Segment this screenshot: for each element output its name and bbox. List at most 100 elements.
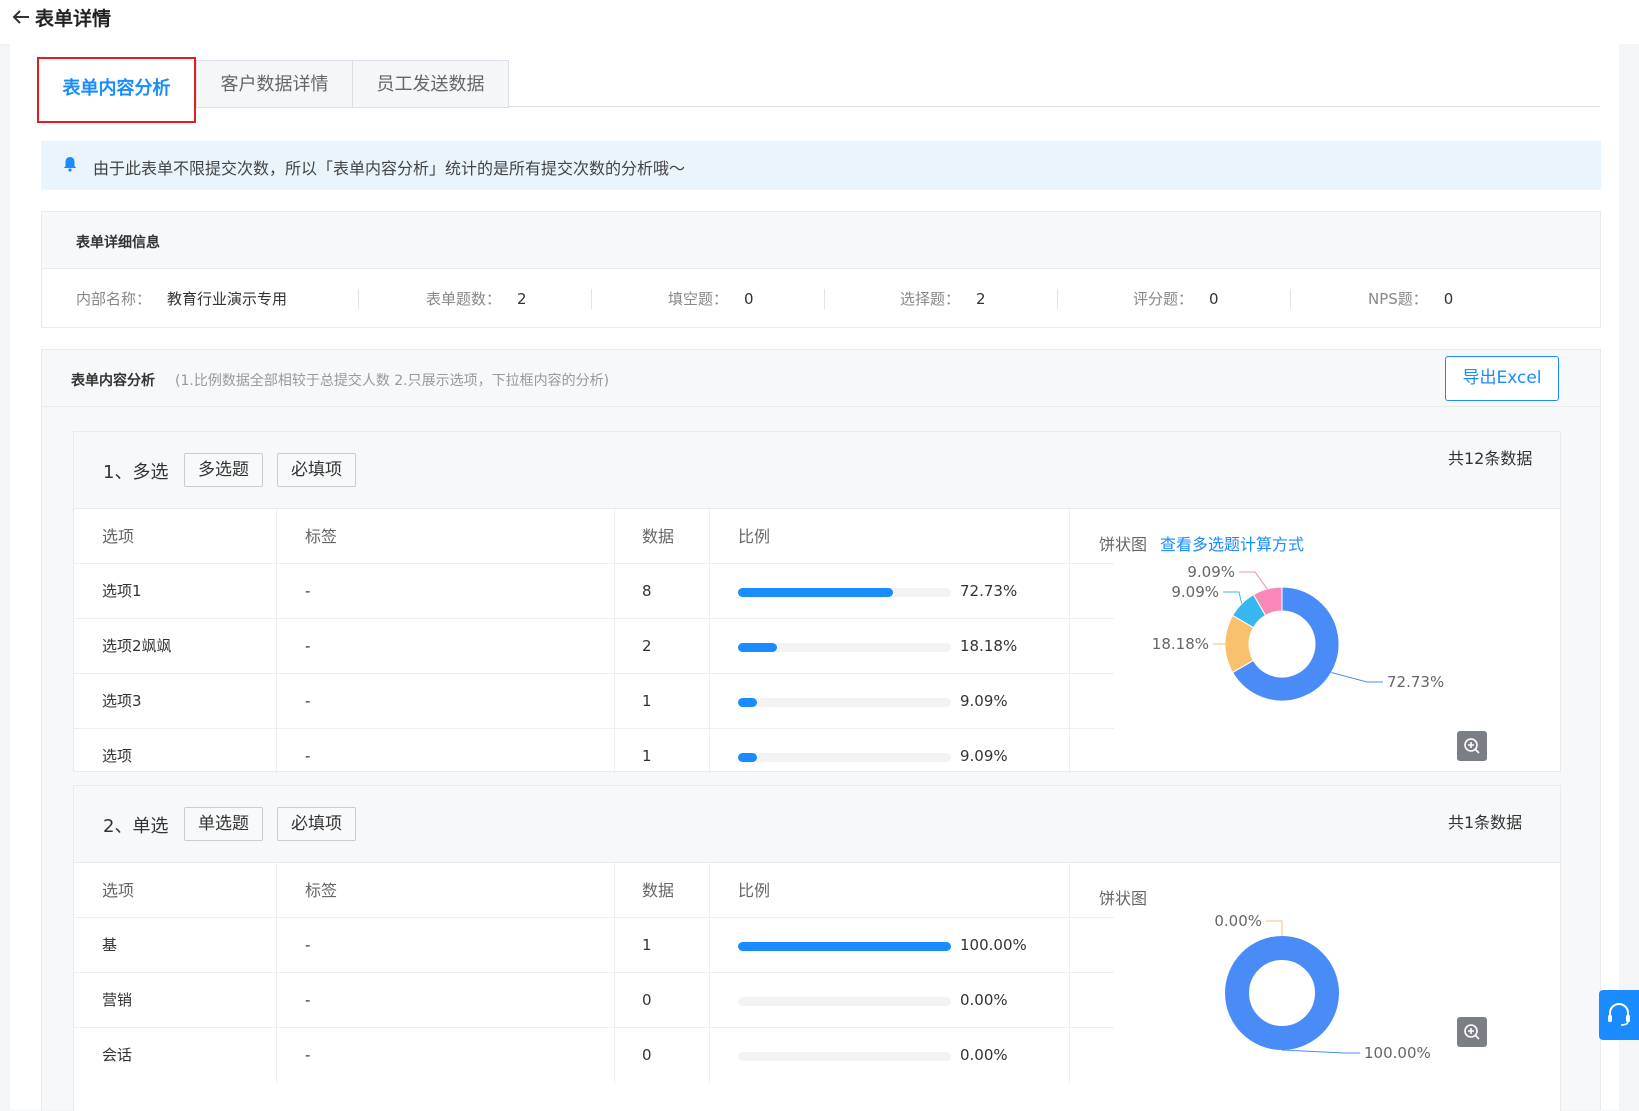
pie-slice[interactable] [1237, 948, 1327, 1038]
table-row: 选项1 - 8 72.73% [74, 564, 1114, 619]
table-header-row: 选项 标签 数据 比例 [74, 863, 1114, 918]
question-type-tag: 多选题 [184, 453, 263, 487]
option-table: 选项 标签 数据 比例 选项1 - 8 72.73% 选项2飒飒 - 2 [74, 509, 1114, 784]
pie-slice-label: 9.09% [1187, 563, 1235, 581]
required-tag: 必填项 [277, 807, 356, 841]
ratio-bar [738, 1052, 951, 1061]
column-header-ratio: 比例 [738, 509, 770, 564]
notice-banner: 由于此表单不限提交次数，所以「表单内容分析」统计的是所有提交次数的分析哦～ [41, 141, 1601, 190]
ratio-bar-fill [738, 753, 757, 762]
question-title: 2、单选 [103, 812, 168, 838]
option-table: 选项 标签 数据 比例 基 - 1 100.00% 营销 - 0 [74, 863, 1114, 1083]
divider [1290, 289, 1291, 309]
ratio-bar-fill [738, 643, 777, 652]
ratio-bar [738, 942, 951, 951]
question-card-2: 2、单选 单选题 必填项 共1条数据 选项 标签 数据 比例 基 - [73, 785, 1561, 1111]
ratio-text: 9.09% [960, 729, 1008, 784]
question-title: 1、多选 [103, 458, 168, 484]
option-name: 营销 [102, 973, 132, 1028]
option-name: 基 [102, 918, 117, 973]
column-header-count: 数据 [642, 863, 674, 918]
ratio-bar [738, 753, 951, 762]
option-name: 会话 [102, 1028, 132, 1083]
ratio-bar [738, 643, 951, 652]
question-card-1: 1、多选 多选题 必填项 共12条数据 选项 标签 数据 比例 选项1 - [73, 431, 1561, 772]
tab-bar: 表单内容分析 客户数据详情 员工发送数据 [40, 60, 1600, 107]
content-analysis-title: 表单内容分析 [71, 370, 155, 390]
option-tag: - [305, 729, 310, 784]
zoom-in-icon [1457, 1017, 1487, 1047]
info-question-count: 表单题数：2 [426, 269, 527, 329]
page-title: 表单详情 [35, 4, 111, 31]
content-analysis-note: (1.比例数据全部相较于总提交人数 2.只展示选项，下拉框内容的分析) [175, 370, 609, 390]
option-tag: - [305, 564, 310, 619]
option-tag: - [305, 619, 310, 674]
pie-label-line [1331, 673, 1383, 682]
pie-slice-label: 100.00% [1364, 1044, 1431, 1062]
column-header-option: 选项 [102, 863, 134, 918]
bell-icon [61, 155, 79, 173]
tab-form-content-analysis[interactable]: 表单内容分析 [37, 57, 196, 123]
ratio-bar [738, 588, 951, 597]
ratio-bar-fill [738, 588, 893, 597]
ratio-bar-fill [738, 942, 951, 951]
export-excel-button[interactable]: 导出Excel [1445, 356, 1559, 401]
table-row: 选项 - 1 9.09% [74, 729, 1114, 784]
zoom-button[interactable] [1457, 731, 1487, 761]
pie-label-line [1223, 592, 1242, 604]
record-count: 共1条数据 [1448, 810, 1558, 836]
option-count: 1 [642, 729, 652, 784]
option-tag: - [305, 1028, 310, 1083]
option-name: 选项2飒飒 [102, 619, 172, 674]
option-count: 2 [642, 619, 652, 674]
pie-slice-label: 0.00% [1214, 912, 1262, 930]
option-count: 8 [642, 564, 652, 619]
tab-staff-send-data[interactable]: 员工发送数据 [352, 60, 509, 108]
ratio-text: 9.09% [960, 674, 1008, 729]
form-details-card: 表单详细信息 内部名称：教育行业演示专用 表单题数：2 填空题：0 选择题：2 … [41, 211, 1601, 328]
column-header-tag: 标签 [305, 863, 337, 918]
scrollbar[interactable] [1619, 44, 1639, 1110]
form-details-header: 表单详细信息 [42, 212, 1600, 269]
info-choice-count: 选择题：2 [900, 269, 986, 329]
divider [824, 289, 825, 309]
arrow-left-icon[interactable] [10, 6, 32, 28]
divider [358, 289, 359, 309]
info-rating-count: 评分题：0 [1133, 269, 1219, 329]
customer-service-button[interactable] [1599, 990, 1639, 1040]
required-tag: 必填项 [277, 453, 356, 487]
table-header-row: 选项 标签 数据 比例 [74, 509, 1114, 564]
question-header: 1、多选 多选题 必填项 共12条数据 [74, 432, 1560, 509]
option-tag: - [305, 674, 310, 729]
content-analysis-header: 表单内容分析 (1.比例数据全部相较于总提交人数 2.只展示选项，下拉框内容的分… [42, 350, 1600, 407]
headset-icon [1599, 990, 1639, 1040]
table-row: 选项3 - 1 9.09% [74, 674, 1114, 729]
content-analysis-card: 表单内容分析 (1.比例数据全部相较于总提交人数 2.只展示选项，下拉框内容的分… [41, 349, 1601, 1110]
option-count: 1 [642, 674, 652, 729]
form-details-title: 表单详细信息 [76, 232, 160, 252]
option-tag: - [305, 973, 310, 1028]
top-bar: 表单详情 [0, 0, 1639, 44]
zoom-button[interactable] [1457, 1017, 1487, 1047]
question-type-tag: 单选题 [184, 807, 263, 841]
pie-chart-area: 饼状图 100.00%0.00% [1069, 863, 1516, 1103]
main-panel: 表单内容分析 客户数据详情 员工发送数据 由于此表单不限提交次数，所以「表单内容… [10, 44, 1619, 1110]
divider [1057, 289, 1058, 309]
column-header-count: 数据 [642, 509, 674, 564]
form-details-row: 内部名称：教育行业演示专用 表单题数：2 填空题：0 选择题：2 评分题：0 N… [42, 269, 1600, 329]
option-count: 0 [642, 1028, 652, 1083]
pie-chart-1: 72.73%18.18%9.09%9.09% [1069, 509, 1489, 773]
table-row: 基 - 1 100.00% [74, 918, 1114, 973]
tab-customer-data[interactable]: 客户数据详情 [196, 60, 353, 108]
info-nps-count: NPS题：0 [1368, 269, 1453, 329]
option-name: 选项 [102, 729, 132, 784]
pie-chart-2: 100.00% 0.00% [1069, 863, 1489, 1103]
notice-text: 由于此表单不限提交次数，所以「表单内容分析」统计的是所有提交次数的分析哦～ [93, 155, 685, 179]
pie-slice-label: 72.73% [1387, 673, 1444, 691]
ratio-text: 100.00% [960, 918, 1027, 973]
ratio-bar [738, 997, 951, 1006]
column-header-tag: 标签 [305, 509, 337, 564]
option-name: 选项1 [102, 564, 142, 619]
table-row: 选项2飒飒 - 2 18.18% [74, 619, 1114, 674]
column-header-option: 选项 [102, 509, 134, 564]
